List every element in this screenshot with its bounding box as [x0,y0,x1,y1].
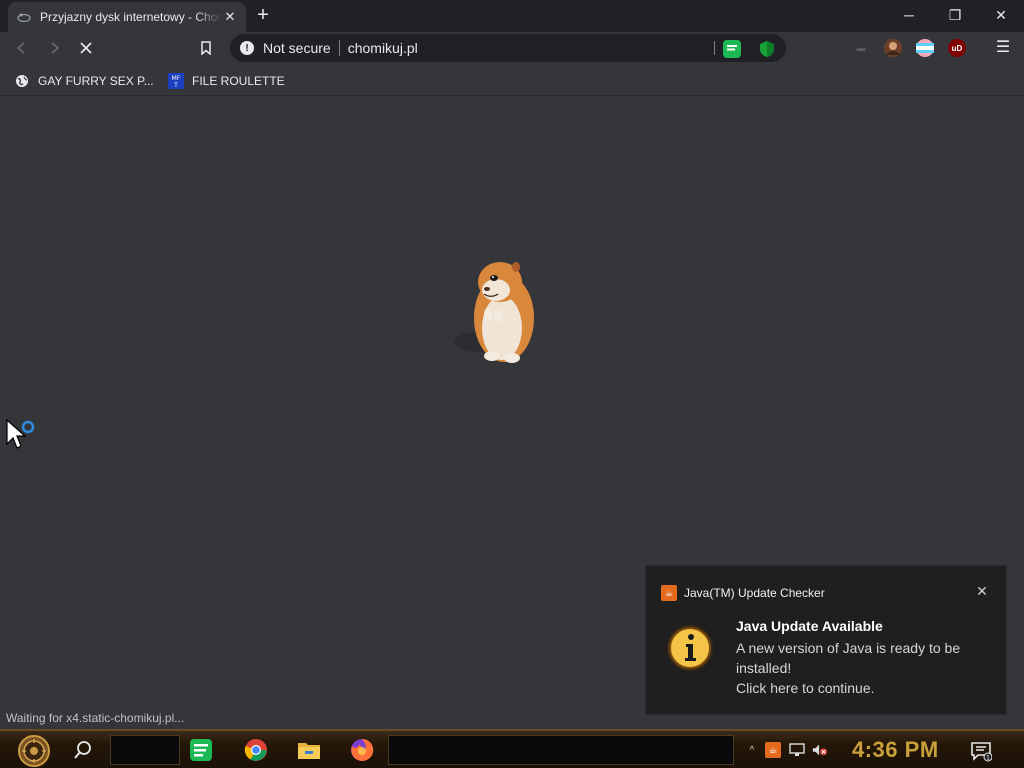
tray-overflow-icon[interactable]: ^ [744,742,760,758]
toast-body-line: A new version of Java is ready to be ins… [736,640,961,676]
green-chat-extension-icon[interactable] [723,40,741,58]
bookmark-icon [201,41,211,55]
taskbar-app[interactable] [349,737,375,763]
browser-menu-button[interactable]: ☰ [994,38,1012,58]
not-secure-icon[interactable]: ! [240,41,254,55]
menu-icon: ☰ [995,39,1011,56]
taskbar-app[interactable] [243,737,269,763]
taskbar-segment [388,735,734,765]
file-explorer-icon [298,743,320,759]
hamster-image [454,262,534,363]
minimize-icon: ─ [904,7,914,23]
tab-strip: Przyjazny dysk internetowy - Chomikuj.pl… [0,0,1024,32]
stop-loading-button[interactable] [74,36,98,60]
toast-body[interactable]: A new version of Java is ready to be ins… [736,638,998,698]
toast-app-name: Java(TM) Update Checker [684,586,825,600]
search-icon [74,741,91,759]
tab-title: Przyjazny dysk internetowy - Chomikuj.pl [40,10,222,24]
extension-icon[interactable]: ▬ [852,39,870,57]
start-button[interactable] [10,734,58,767]
bookmark-item[interactable]: GAY FURRY SEX P... [14,72,154,90]
restore-icon: ❐ [948,6,962,23]
browser-toolbar: ! Not secure chomikuj.pl ▬ uD ☰ [0,32,1024,64]
bookmark-label: GAY FURRY SEX P... [38,74,154,88]
busy-cursor-icon [6,418,35,449]
back-arrow-icon [16,42,25,54]
toast-body-link[interactable]: Click here to continue. [736,678,998,698]
notification-icon: 1 [971,742,993,762]
forward-arrow-icon [51,42,60,54]
action-center-button[interactable]: 1 [970,740,993,762]
search-button[interactable] [72,739,96,763]
java-tray-icon[interactable]: ☕ [765,742,781,758]
back-button[interactable] [10,36,34,60]
bookmark-item[interactable]: MF T FILE ROULETTE [168,72,285,90]
forward-button[interactable] [42,36,66,60]
globe-icon [14,73,30,89]
close-icon: ✕ [995,6,1007,23]
toast-heading: Java Update Available [736,618,883,634]
minimize-button[interactable]: ─ [886,0,932,30]
browser-tab[interactable]: Przyjazny dysk internetowy - Chomikuj.pl… [8,2,246,32]
svg-text:T: T [173,82,178,89]
url-text[interactable]: chomikuj.pl [348,40,418,56]
java-update-toast[interactable]: ☕ Java(TM) Update Checker ✕ Java Update … [645,565,1007,715]
security-label[interactable]: Not secure [263,40,331,56]
new-tab-button[interactable]: + [252,5,274,27]
close-window-button[interactable]: ✕ [978,0,1024,30]
spotify-icon [190,739,212,761]
chrome-icon [244,739,267,761]
taskbar-app[interactable] [188,737,214,763]
profile-avatar[interactable] [884,39,902,57]
windows-taskbar: ^ ☕ 4:36 PM 1 [0,729,1024,768]
svg-text:MF: MF [172,75,181,82]
address-bar[interactable]: ! Not secure chomikuj.pl [230,34,786,62]
restore-button[interactable]: ❐ [932,0,978,30]
taskbar-clock[interactable]: 4:36 PM [852,737,939,763]
tab-close-icon[interactable]: ✕ [222,9,238,25]
bookmarks-bar: GAY FURRY SEX P... MF T FILE ROULETTE [0,64,1024,96]
taskbar-app[interactable] [296,737,322,763]
status-bubble: Waiting for x4.static-chomikuj.pl... [0,709,191,729]
stop-icon [80,42,92,54]
bookmark-button[interactable] [194,36,218,60]
volume-muted-icon[interactable] [812,742,828,758]
network-icon[interactable] [789,742,805,758]
bookmark-label: FILE ROULETTE [192,74,285,88]
flag-extension-icon[interactable] [916,39,934,57]
extension-divider [714,41,715,55]
steampunk-start-icon [18,734,50,767]
info-icon [667,625,713,671]
firefox-icon [351,738,374,761]
java-app-icon: ☕ [661,585,677,601]
shield-extension-icon[interactable] [758,40,776,58]
taskbar-segment [110,735,180,765]
mf-icon: MF T [168,73,184,89]
svg-text:1: 1 [986,755,990,762]
hamster-favicon-icon [16,9,32,25]
ublock-icon[interactable]: uD [948,39,966,57]
toast-close-icon[interactable]: ✕ [973,582,991,600]
omnibox-divider [338,40,340,56]
